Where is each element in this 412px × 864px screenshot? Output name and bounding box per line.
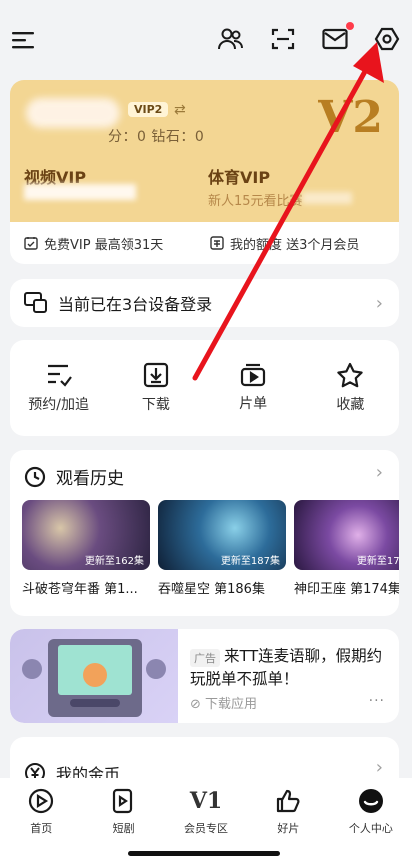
episode-badge: 更新至174集 — [356, 556, 399, 567]
swap-icon[interactable]: ⇄ — [174, 102, 186, 118]
short-drama-icon — [112, 788, 132, 814]
action-label: 下载 — [141, 397, 170, 413]
tab-label: 个人中心 — [348, 822, 393, 835]
history-item[interactable]: 更新至174集 神印王座 第174集 — [294, 500, 399, 597]
vip-zone-icon: V1 — [189, 788, 223, 814]
ad-download-link[interactable]: ⊘ 下载应用 — [190, 693, 257, 712]
ad-card[interactable]: 广告 来TT连麦语聊，假期约玩脱单不孤单！ ⊘ 下载应用 ··· — [10, 629, 399, 723]
thumbnail: 更新至174集 — [294, 500, 399, 570]
tab-label: 会员专区 — [184, 822, 229, 835]
ad-text: 来TT连麦语聊，假期约玩脱单不孤单！ — [190, 647, 383, 688]
more-icon[interactable]: ··· — [369, 693, 385, 709]
avatar-blur — [26, 98, 120, 128]
action-favorite[interactable]: 收藏 — [302, 340, 399, 436]
devices-label: 当前已在3台设备登录 — [58, 295, 213, 314]
tab-label: 好片 — [277, 822, 300, 835]
quota-icon — [210, 236, 224, 250]
history-item-title: 神印王座 第174集 — [294, 582, 399, 597]
action-label: 收藏 — [336, 397, 365, 413]
history-item-title: 斗破苍穹年番 第1... — [22, 582, 138, 597]
clock-icon — [24, 466, 46, 487]
thumbs-up-icon — [277, 789, 300, 813]
action-download[interactable]: 下载 — [107, 340, 204, 436]
action-playlist[interactable]: 片单 — [205, 340, 302, 436]
free-vip-text: 免费VIP 最高领31天 — [44, 237, 164, 253]
quota-benefit[interactable]: 我的额度 送3个月会员 — [210, 234, 359, 253]
action-label: 预约/加追 — [28, 397, 89, 413]
tab-home[interactable]: 首页 — [0, 778, 82, 864]
menu-icon[interactable] — [12, 30, 36, 50]
thumbnail: 更新至162集 — [22, 500, 150, 570]
vip-card[interactable]: VIP2 ⇄ 分：0 钻石：0 V2 视频VIP 体育VIP 新人15元看比赛 — [10, 80, 399, 222]
devices-icon — [24, 292, 47, 313]
free-vip-benefit[interactable]: 免费VIP 最高领31天 — [24, 234, 163, 253]
quick-actions: 预约/加追 下载 片单 收藏 — [10, 340, 399, 436]
chevron-right-icon[interactable]: › — [376, 462, 383, 483]
reserve-icon — [47, 364, 72, 387]
settings-icon[interactable] — [372, 24, 402, 54]
episode-badge: 更新至187集 — [220, 556, 280, 567]
star-icon — [337, 362, 364, 388]
quota-text: 我的额度 送3个月会员 — [230, 237, 360, 253]
tab-label: 首页 — [30, 822, 53, 835]
calendar-check-icon — [24, 237, 38, 250]
history-item[interactable]: 更新至162集 斗破苍穹年番 第1... — [22, 500, 150, 597]
vip-benefits-strip: 免费VIP 最高领31天 我的额度 送3个月会员 — [10, 222, 399, 264]
history-header[interactable]: 观看历史 — [24, 464, 124, 489]
video-vip-sub-blur — [24, 184, 136, 200]
episode-badge: 更新至162集 — [84, 556, 144, 567]
notification-dot — [346, 22, 354, 30]
playlist-icon — [241, 363, 266, 387]
sports-sub-blur — [302, 192, 352, 204]
chevron-right-icon: › — [375, 757, 383, 778]
scan-icon[interactable] — [268, 24, 298, 54]
tab-profile[interactable]: 个人中心 — [330, 778, 412, 864]
ad-image — [10, 629, 178, 723]
history-item-title: 吞噬星空 第186集 — [158, 582, 265, 597]
vip-stats: 分：0 钻石：0 — [108, 129, 205, 145]
mail-icon[interactable] — [320, 22, 354, 54]
chevron-right-icon: › — [375, 292, 383, 314]
sports-vip-label[interactable]: 体育VIP — [208, 164, 270, 188]
download-arrow-icon: ⊘ — [190, 697, 201, 712]
home-icon — [29, 788, 54, 814]
history-title: 观看历史 — [56, 469, 124, 489]
tab-label: 短剧 — [112, 822, 135, 835]
friends-icon[interactable] — [216, 24, 246, 54]
history-item[interactable]: 更新至187集 吞噬星空 第186集 — [158, 500, 286, 597]
profile-icon — [358, 789, 383, 813]
devices-row[interactable]: 当前已在3台设备登录 › — [10, 279, 399, 327]
download-icon — [143, 362, 168, 388]
action-reserve[interactable]: 预约/加追 — [10, 340, 107, 436]
watch-history: 观看历史 › 更新至162集 斗破苍穹年番 第1... 更新至187集 吞噬星空… — [10, 450, 399, 616]
home-indicator — [128, 851, 280, 856]
top-bar — [0, 0, 412, 78]
sports-vip-sub: 新人15元看比赛 — [208, 194, 303, 209]
bottom-tab-bar: 首页 短剧 V1 会员专区 好片 个人中心 — [0, 778, 412, 864]
ad-download-label: 下载应用 — [205, 697, 258, 712]
thumbnail: 更新至187集 — [158, 500, 286, 570]
vip-level-emblem: V2 — [318, 92, 383, 143]
vip-level-badge: VIP2 — [128, 102, 169, 117]
action-label: 片单 — [239, 396, 268, 412]
